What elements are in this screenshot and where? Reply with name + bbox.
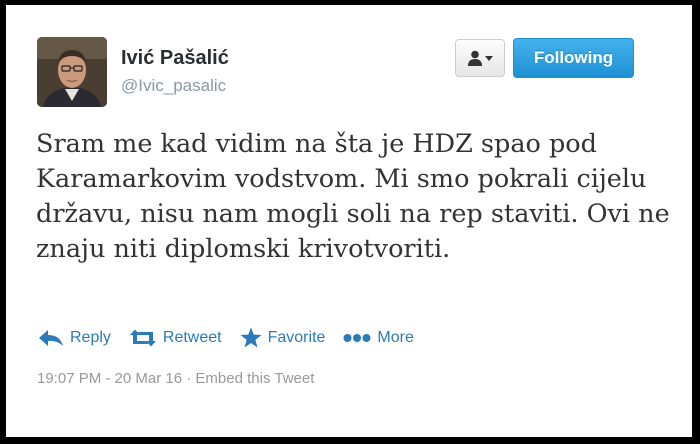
tweet-card: Ivić Pašalić @Ivic_pasalic Following Sra… (6, 5, 692, 437)
avatar[interactable] (37, 37, 107, 107)
user-actions-button[interactable] (455, 39, 505, 77)
retweet-action[interactable]: Retweet (129, 329, 222, 347)
favorite-label: Favorite (267, 328, 326, 346)
star-icon (240, 327, 262, 348)
tweet-text: Sram me kad vidim na šta je HDZ spao pod… (36, 129, 670, 264)
user-icon (467, 50, 482, 66)
more-action[interactable]: More (343, 328, 414, 347)
user-handle[interactable]: @Ivic_pasalic (121, 76, 226, 96)
tweet-actions: Reply Retweet Favorite More (38, 327, 432, 348)
more-dots-icon (343, 333, 371, 342)
chevron-down-icon (484, 55, 493, 61)
following-button[interactable]: Following (513, 38, 634, 78)
tweet-timestamp[interactable]: 19:07 PM - 20 Mar 16 (37, 370, 182, 387)
retweet-label: Retweet (162, 328, 222, 346)
favorite-action[interactable]: Favorite (240, 327, 326, 348)
reply-label: Reply (70, 328, 111, 346)
retweet-icon (129, 329, 156, 346)
reply-icon (39, 329, 63, 346)
display-name[interactable]: Ivić Pašalić (121, 47, 229, 70)
avatar-photo (37, 37, 107, 107)
more-label: More (377, 328, 414, 346)
reply-action[interactable]: Reply (38, 329, 111, 347)
meta-separator: · (182, 370, 196, 387)
embed-tweet-link[interactable]: Embed this Tweet (195, 370, 314, 387)
tweet-meta: 19:07 PM - 20 Mar 16 · Embed this Tweet (37, 370, 314, 387)
